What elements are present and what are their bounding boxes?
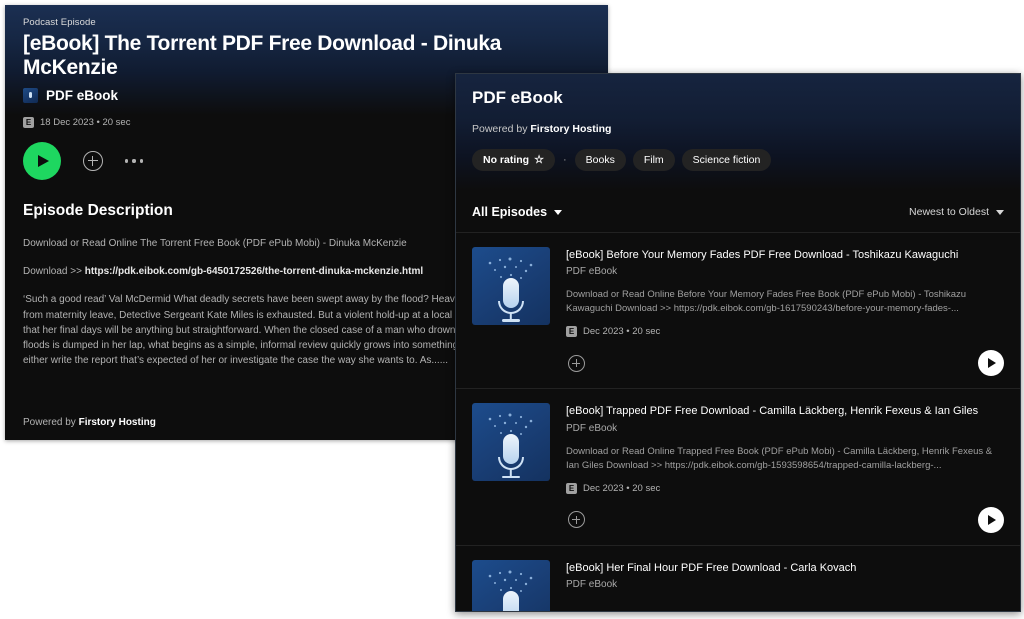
- microphone-artwork-icon: [472, 247, 550, 325]
- play-button[interactable]: [978, 506, 1004, 533]
- show-meta-pills: No rating ☆ · Books Film Science fiction: [472, 149, 1004, 191]
- add-to-library-button[interactable]: [568, 511, 585, 529]
- mic-body: [503, 278, 519, 308]
- category-pill-books[interactable]: Books: [574, 149, 626, 171]
- more-dot: [132, 159, 136, 163]
- mic-base: [502, 475, 520, 479]
- sort-order-dropdown[interactable]: Newest to Oldest: [909, 206, 1004, 218]
- category-pill-film[interactable]: Film: [632, 149, 675, 171]
- powered-by-prefix: Powered by: [472, 123, 531, 135]
- chevron-down-icon: [996, 209, 1004, 215]
- episode-description: Download or Read Online Trapped Free Boo…: [566, 445, 993, 471]
- sort-label: Newest to Oldest: [909, 206, 989, 218]
- play-icon: [38, 155, 49, 167]
- play-icon: [988, 358, 996, 369]
- table-row[interactable]: [eBook] Her Final Hour PDF Free Download…: [456, 544, 1020, 611]
- episode-actions: [566, 506, 1004, 533]
- microphone-artwork-icon: [472, 403, 550, 482]
- chevron-down-icon: [554, 209, 563, 215]
- play-icon: [988, 514, 996, 525]
- episode-info: [eBook] Trapped PDF Free Download - Cami…: [566, 403, 1004, 533]
- show-thumbnail-icon: [23, 88, 38, 104]
- more-dot: [139, 159, 144, 163]
- episode-list-controls: All Episodes Newest to Oldest: [456, 191, 1020, 232]
- rating-pill[interactable]: No rating ☆: [472, 149, 555, 171]
- category-pill-science-fiction[interactable]: Science fiction: [681, 149, 772, 171]
- rating-label: No rating: [483, 154, 530, 166]
- explicit-badge: E: [566, 482, 577, 494]
- episode-description: Download or Read Online Before Your Memo…: [566, 289, 967, 315]
- add-to-library-button[interactable]: [568, 354, 585, 372]
- table-row[interactable]: [eBook] Before Your Memory Fades PDF Fre…: [456, 232, 1020, 388]
- episode-title[interactable]: [eBook] Trapped PDF Free Download - Cami…: [566, 404, 1004, 418]
- all-episodes-label: All Episodes: [472, 205, 548, 219]
- show-panel-header: PDF eBook Powered by Firstory Hosting No…: [456, 74, 1020, 191]
- mic-body: [503, 434, 519, 465]
- episode-title[interactable]: [eBook] Before Your Memory Fades PDF Fre…: [566, 248, 1004, 262]
- powered-by-prefix: Powered by: [23, 417, 79, 428]
- star-outline-icon: ☆: [534, 153, 544, 166]
- episode-meta: E Dec 2023 • 20 sec: [566, 326, 1004, 338]
- table-row[interactable]: [eBook] Trapped PDF Free Download - Cami…: [456, 388, 1020, 544]
- more-dot: [125, 159, 129, 163]
- more-options-button[interactable]: [125, 155, 144, 166]
- show-panel: PDF eBook Powered by Firstory Hosting No…: [455, 73, 1021, 612]
- episode-title[interactable]: [eBook] Her Final Hour PDF Free Download…: [566, 561, 1004, 575]
- powered-by-left: Powered by Firstory Hosting: [5, 417, 174, 428]
- add-to-library-button[interactable]: [83, 151, 103, 171]
- explicit-badge: E: [566, 326, 577, 338]
- microphone-artwork-icon: [472, 559, 550, 611]
- play-button[interactable]: [978, 350, 1004, 377]
- episode-info: [eBook] Her Final Hour PDF Free Download…: [566, 560, 1004, 611]
- episode-meta: E Dec 2023 • 20 sec: [566, 482, 1004, 494]
- episode-date-duration: Dec 2023 • 20 sec: [583, 482, 661, 494]
- content-type-kicker: Podcast Episode: [23, 17, 96, 28]
- mic-base: [502, 319, 520, 322]
- all-episodes-filter[interactable]: All Episodes: [472, 205, 563, 219]
- page-title: [eBook] The Torrent PDF Free Download - …: [23, 32, 502, 79]
- show-title: PDF eBook: [472, 88, 563, 107]
- episode-show-name: PDF eBook: [566, 579, 618, 591]
- powered-by-brand: Firstory Hosting: [78, 417, 156, 428]
- episode-date-duration: 18 Dec 2023 • 20 sec: [40, 117, 131, 128]
- pill-separator: ·: [562, 154, 567, 166]
- episode-show-name: PDF eBook: [566, 266, 618, 278]
- show-name-label: PDF eBook: [46, 88, 119, 104]
- play-button[interactable]: [23, 142, 61, 180]
- download-link[interactable]: https://pdk.eibok.com/gb-6450172526/the-…: [85, 266, 423, 277]
- powered-by-brand: Firstory Hosting: [530, 123, 612, 135]
- explicit-badge: E: [23, 117, 34, 128]
- powered-by-right: Powered by Firstory Hosting: [472, 123, 1004, 135]
- episode-show-name: PDF eBook: [566, 422, 618, 434]
- episode-date-duration: Dec 2023 • 20 sec: [583, 326, 661, 338]
- episode-info: [eBook] Before Your Memory Fades PDF Fre…: [566, 247, 1004, 377]
- download-prefix: Download >>: [23, 266, 85, 278]
- mic-body: [503, 590, 519, 611]
- episode-actions: [566, 350, 1004, 377]
